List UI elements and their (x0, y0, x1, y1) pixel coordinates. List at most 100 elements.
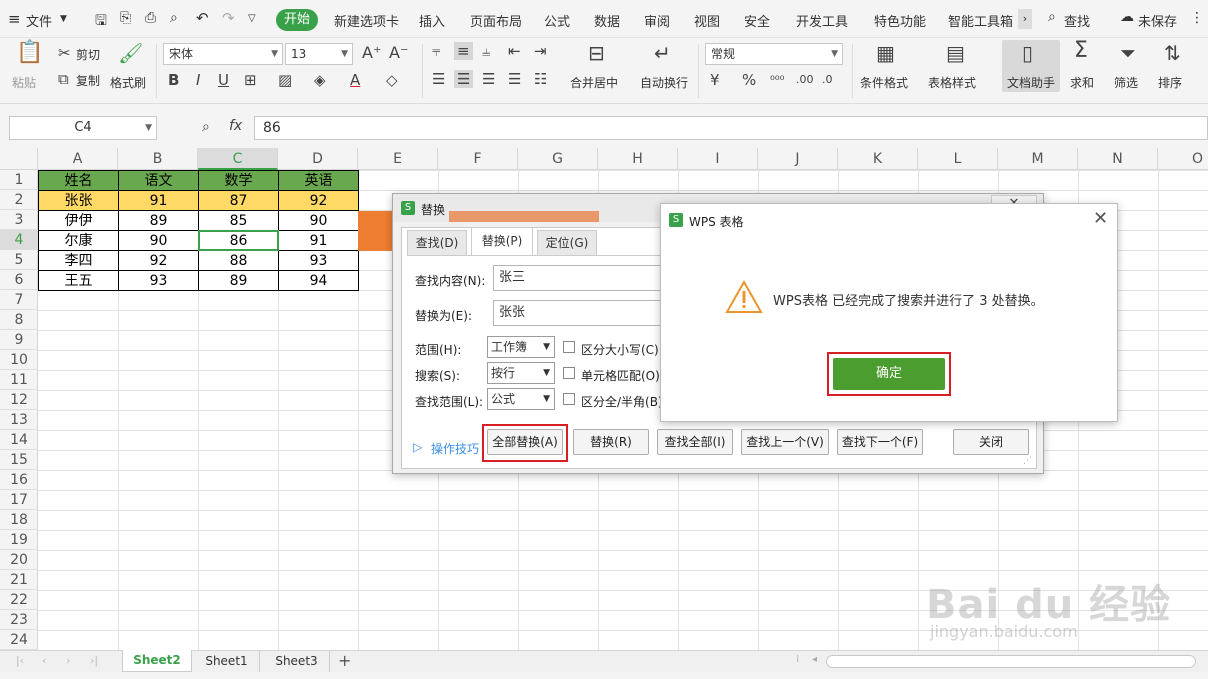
column-header-h[interactable]: H (598, 148, 678, 170)
column-header-e[interactable]: E (358, 148, 438, 170)
search-label[interactable]: 查找 (1064, 11, 1090, 30)
row-header-24[interactable]: 24 (0, 630, 38, 650)
format-painter-icon[interactable]: 🖌 (118, 43, 143, 63)
more-icon[interactable]: ▽ (248, 13, 256, 24)
wrap-text-label[interactable]: 自动换行 (640, 74, 688, 91)
clear-icon[interactable]: ◇ (386, 71, 398, 89)
tab-page-layout[interactable]: 页面布局 (470, 11, 522, 30)
table-cell[interactable]: 91 (278, 230, 359, 251)
table-cell[interactable]: 85 (198, 210, 279, 231)
hamburger-icon[interactable]: ≡ (8, 10, 21, 28)
thousands-icon[interactable]: ⁰⁰⁰ (770, 71, 784, 89)
align-middle-icon[interactable]: ≡ (454, 42, 473, 60)
row-header-22[interactable]: 22 (0, 590, 38, 610)
align-bottom-icon[interactable]: ⫨ (482, 42, 490, 60)
column-header-c[interactable]: C (198, 148, 278, 170)
wrap-text-icon[interactable]: ↵ (654, 43, 671, 63)
italic-icon[interactable]: I (196, 71, 200, 89)
ok-button[interactable]: 确定 (833, 358, 945, 390)
message-close-icon[interactable]: ✕ (1093, 208, 1108, 229)
row-header-9[interactable]: 9 (0, 330, 38, 350)
unsaved-label[interactable]: 未保存 (1138, 11, 1177, 30)
find-prev-button[interactable]: 查找上一个(V) (741, 429, 829, 455)
decrease-font-icon[interactable]: A⁻ (389, 44, 408, 62)
column-header-d[interactable]: D (278, 148, 358, 170)
table-header-cell[interactable]: 数学 (198, 170, 279, 191)
next-sheet-icon[interactable]: › (66, 654, 70, 667)
distribute-icon[interactable]: ☷ (534, 70, 547, 88)
menu-file[interactable]: 文件 (26, 11, 52, 30)
percent-icon[interactable]: % (742, 71, 756, 89)
filter-icon[interactable]: ⏷ (1120, 43, 1136, 63)
sort-icon[interactable]: ⇅ (1164, 43, 1181, 63)
sort-label[interactable]: 排序 (1158, 74, 1182, 91)
fx-icon[interactable]: fx (229, 118, 242, 134)
chevron-down-icon[interactable]: ▼ (60, 14, 67, 24)
tab-goto[interactable]: 定位(G) (537, 230, 597, 255)
print-icon[interactable]: ⎙ (145, 10, 156, 26)
table-header-cell[interactable]: 英语 (278, 170, 359, 191)
tab-new[interactable]: 新建选项卡 (334, 11, 399, 30)
scope-select[interactable]: 工作簿 ▼ (487, 336, 555, 358)
align-right-icon[interactable]: ☰ (482, 70, 495, 88)
name-box[interactable]: C4 ▼ (9, 116, 157, 140)
row-header-16[interactable]: 16 (0, 470, 38, 490)
font-name-select[interactable]: 宋体 ▼ (163, 43, 283, 65)
table-header-cell[interactable]: 语文 (118, 170, 199, 191)
row-header-15[interactable]: 15 (0, 450, 38, 470)
tab-find[interactable]: 查找(D) (407, 230, 467, 255)
table-cell[interactable]: 89 (198, 270, 279, 291)
replace-input[interactable]: 张张 (493, 300, 663, 326)
redo-icon[interactable]: ↷ (222, 9, 235, 27)
conditional-format-icon[interactable]: ▦ (876, 43, 895, 63)
font-color-icon[interactable]: A (350, 71, 360, 89)
table-cell[interactable]: 90 (118, 230, 199, 251)
currency-icon[interactable]: ¥ (710, 71, 720, 89)
table-cell[interactable]: 尔康 (38, 230, 119, 251)
match-width-label[interactable]: 区分全/半角(B) (581, 393, 663, 410)
tab-review[interactable]: 审阅 (644, 11, 670, 30)
horizontal-scrollbar[interactable] (826, 655, 1196, 668)
column-header-a[interactable]: A (38, 148, 118, 170)
row-header-2[interactable]: 2 (0, 190, 38, 210)
merge-center-label[interactable]: 合并居中 (570, 74, 618, 91)
table-cell[interactable]: 张张 (38, 190, 119, 211)
chevron-right-icon[interactable]: › (1018, 9, 1032, 29)
tips-link[interactable]: 操作技巧 (431, 440, 479, 457)
column-header-k[interactable]: K (838, 148, 918, 170)
export-icon[interactable]: ⎘ (120, 10, 131, 26)
table-style-icon[interactable]: ▤ (946, 43, 965, 63)
row-header-19[interactable]: 19 (0, 530, 38, 550)
align-center-icon[interactable]: ☰ (454, 70, 474, 88)
indent-increase-icon[interactable]: ⇥ (534, 42, 547, 60)
sheet-tab-sheet2[interactable]: Sheet2 (122, 650, 192, 672)
match-width-checkbox[interactable] (563, 393, 575, 405)
find-next-button[interactable]: 查找下一个(F) (837, 429, 923, 455)
sheet-tab-sheet3[interactable]: Sheet3 (264, 651, 330, 672)
table-cell[interactable]: 87 (198, 190, 279, 211)
match-case-checkbox[interactable] (563, 341, 575, 353)
save-icon[interactable]: 🖫 (95, 10, 107, 34)
sum-label[interactable]: 求和 (1070, 74, 1094, 91)
row-header-3[interactable]: 3 (0, 210, 38, 230)
row-header-12[interactable]: 12 (0, 390, 38, 410)
font-size-select[interactable]: 13 ▼ (285, 43, 353, 65)
row-header-8[interactable]: 8 (0, 310, 38, 330)
zoom-icon[interactable]: ⌕ (202, 119, 210, 135)
tab-home[interactable]: 开始 (276, 9, 318, 31)
doc-assistant-icon[interactable]: ▯ (1022, 43, 1033, 63)
bold-icon[interactable]: B (168, 71, 179, 89)
row-header-10[interactable]: 10 (0, 350, 38, 370)
row-header-21[interactable]: 21 (0, 570, 38, 590)
find-input[interactable]: 张三 (493, 265, 663, 291)
table-cell[interactable]: 88 (198, 250, 279, 271)
indent-decrease-icon[interactable]: ⇤ (508, 42, 521, 60)
paste-label[interactable]: 粘贴 (12, 74, 36, 91)
search-order-select[interactable]: 按行 ▼ (487, 362, 555, 384)
merge-center-icon[interactable]: ⊟ (588, 43, 605, 63)
lookin-select[interactable]: 公式 ▼ (487, 388, 555, 410)
table-cell[interactable]: 94 (278, 270, 359, 291)
table-cell[interactable]: 89 (118, 210, 199, 231)
filter-label[interactable]: 筛选 (1114, 74, 1138, 91)
table-cell[interactable]: 伊伊 (38, 210, 119, 231)
